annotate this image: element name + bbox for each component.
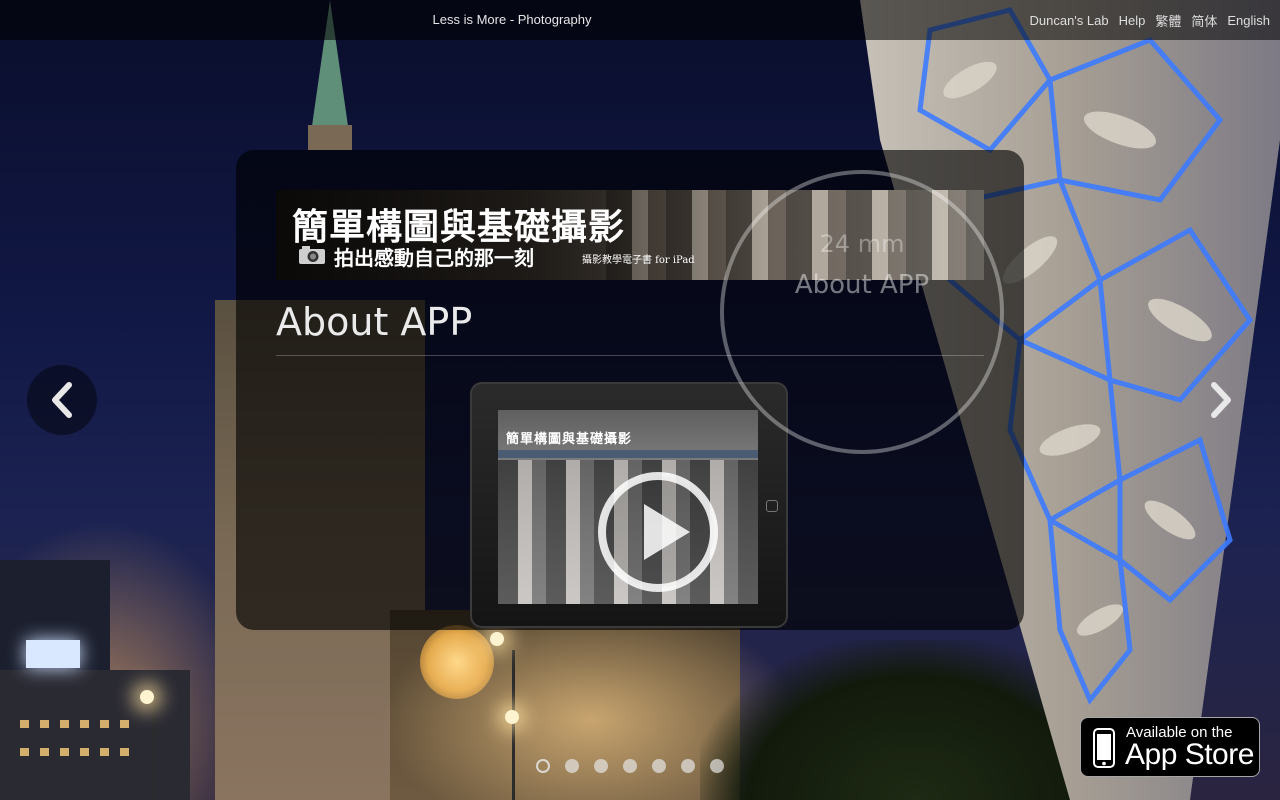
next-slide-button[interactable]	[1186, 365, 1256, 435]
nav-link-duncans-lab[interactable]: Duncan's Lab	[1029, 13, 1108, 28]
carousel-dot[interactable]	[652, 759, 666, 773]
carousel-dot[interactable]	[536, 759, 550, 773]
video-screen[interactable]: 簡單構圖與基礎攝影	[498, 410, 758, 604]
carousel-pager	[536, 759, 724, 773]
video-screen-bar	[498, 450, 758, 458]
background-window	[60, 720, 69, 728]
iphone-icon	[1093, 728, 1115, 768]
site-title[interactable]: Less is More - Photography	[0, 0, 1024, 40]
nav-link-english[interactable]: English	[1227, 13, 1270, 28]
background-window	[100, 720, 109, 728]
background-window	[20, 748, 29, 756]
carousel-dot[interactable]	[623, 759, 637, 773]
background-window	[100, 748, 109, 756]
nav-link-simplified-chinese[interactable]: 简体	[1191, 11, 1217, 30]
background-window	[80, 748, 89, 756]
camera-icon	[299, 246, 325, 264]
background-window	[80, 720, 89, 728]
background-window	[120, 748, 129, 756]
app-store-badge[interactable]: Available on the App Store	[1080, 717, 1260, 777]
background-lamp-pole	[512, 650, 515, 800]
lens-focal-overlay: 24 mm About APP	[720, 170, 1004, 454]
background-window	[40, 748, 49, 756]
app-store-line2: App Store	[1125, 738, 1254, 771]
background-street-lamp	[140, 690, 154, 704]
carousel-dot[interactable]	[710, 759, 724, 773]
lens-label: About APP	[794, 270, 930, 300]
ipad-video-preview: 簡單構圖與基礎攝影	[470, 382, 788, 628]
background-window	[40, 720, 49, 728]
previous-slide-button[interactable]	[27, 365, 97, 435]
background-street-lamp	[490, 632, 504, 646]
top-nav-links: Duncan's Lab Help 繁體 简体 English	[1029, 0, 1270, 40]
background-sign	[26, 640, 80, 668]
chevron-right-icon	[1211, 382, 1231, 418]
background-street-lamp	[505, 710, 519, 724]
background-building	[0, 670, 190, 800]
ipad-home-button	[766, 500, 778, 512]
background-lamp-pole	[153, 700, 156, 800]
lens-focal-length: 24 mm	[819, 230, 905, 258]
top-navigation-bar: Less is More - Photography Duncan's Lab …	[0, 0, 1280, 40]
play-icon[interactable]	[596, 470, 720, 594]
background-window	[120, 720, 129, 728]
carousel-dot[interactable]	[594, 759, 608, 773]
section-heading: About APP	[276, 300, 473, 344]
carousel-dot[interactable]	[565, 759, 579, 773]
nav-link-help[interactable]: Help	[1119, 13, 1146, 28]
nav-link-traditional-chinese[interactable]: 繁體	[1155, 11, 1181, 30]
background-window	[60, 748, 69, 756]
chevron-left-icon	[52, 382, 72, 418]
banner-subtitle: 拍出感動自己的那一刻	[334, 246, 534, 270]
background-window	[20, 720, 29, 728]
banner-tagline: 攝影教學電子書 for iPad	[582, 255, 695, 266]
video-screen-title: 簡單構圖與基礎攝影	[506, 432, 633, 447]
carousel-dot[interactable]	[681, 759, 695, 773]
